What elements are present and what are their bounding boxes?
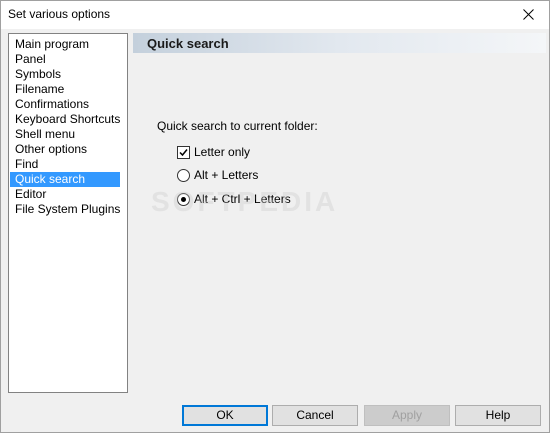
tree-item-editor[interactable]: Editor — [10, 187, 120, 202]
letter-only-label: Letter only — [194, 145, 251, 159]
close-button[interactable] — [509, 1, 549, 29]
apply-button[interactable]: Apply — [364, 405, 450, 426]
panel-header: Quick search — [133, 33, 546, 53]
title-bar: Set various options — [1, 1, 549, 29]
tree-item-other-options[interactable]: Other options — [10, 142, 120, 157]
tree-item-filename[interactable]: Filename — [10, 82, 120, 97]
alt-letters-label: Alt + Letters — [194, 168, 259, 182]
tree-item-quick-search[interactable]: Quick search — [10, 172, 120, 187]
checkbox-box[interactable] — [177, 145, 190, 159]
alt-letters-radio[interactable]: Alt + Letters — [177, 167, 258, 183]
tree-item-panel[interactable]: Panel — [10, 52, 120, 67]
checkmark-icon — [179, 148, 188, 156]
tree-item-find[interactable]: Find — [10, 157, 120, 172]
ok-button[interactable]: OK — [182, 405, 268, 426]
panel-title: Quick search — [147, 36, 229, 51]
window-title: Set various options — [8, 7, 111, 21]
radio-circle[interactable] — [177, 168, 190, 182]
tree-item-main-program[interactable]: Main program — [10, 37, 120, 52]
help-button[interactable]: Help — [455, 405, 541, 426]
watermark: SOFTPEDIA — [151, 186, 339, 217]
tree-item-shell-menu[interactable]: Shell menu — [10, 127, 120, 142]
tree-item-symbols[interactable]: Symbols — [10, 67, 120, 82]
letter-only-checkbox[interactable]: Letter only — [177, 144, 250, 160]
group-label: Quick search to current folder: — [157, 119, 318, 133]
close-icon — [523, 9, 534, 20]
tree-item-keyboard-shortcuts[interactable]: Keyboard Shortcuts — [10, 112, 120, 127]
options-tree[interactable]: Main program Panel Symbols Filename Conf… — [8, 33, 128, 393]
cancel-button[interactable]: Cancel — [272, 405, 358, 426]
options-dialog: Set various options Main program Panel S… — [0, 0, 550, 433]
tree-item-file-system-plugins[interactable]: File System Plugins — [10, 202, 120, 217]
tree-item-confirmations[interactable]: Confirmations — [10, 97, 120, 112]
